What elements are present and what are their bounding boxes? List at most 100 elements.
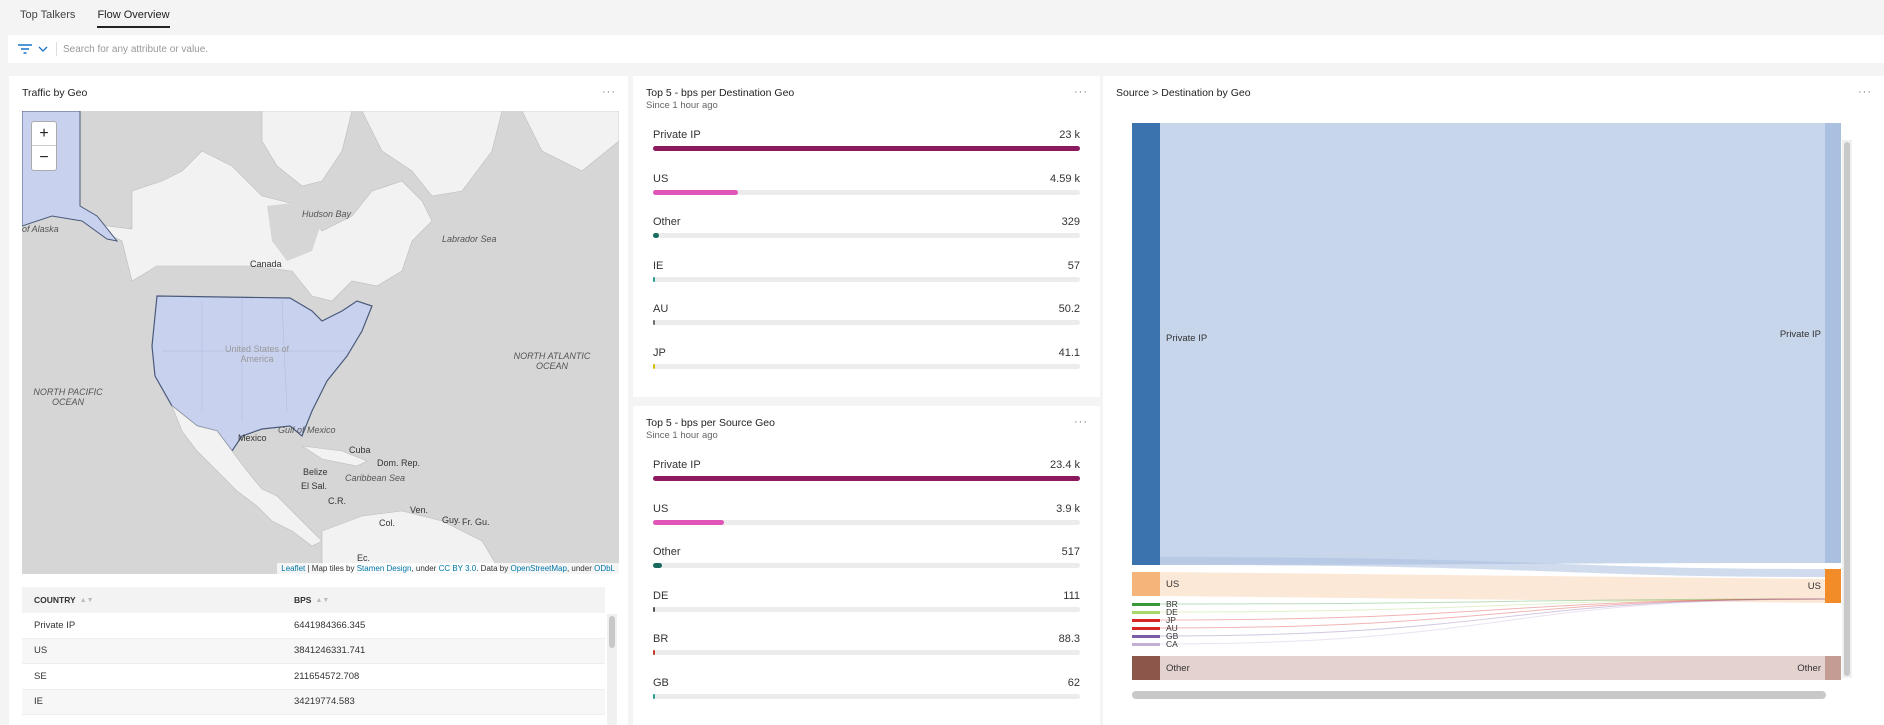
- sort-icon: ▲▼: [315, 597, 330, 605]
- stamen-link[interactable]: Stamen Design: [357, 564, 412, 573]
- table-header: COUNTRY ▲▼ BPS ▲▼: [22, 587, 605, 613]
- bar-item[interactable]: GB 62: [653, 673, 1080, 717]
- tab-bar: Top Talkers Flow Overview: [0, 0, 1884, 28]
- bar-label: Other: [653, 216, 681, 228]
- bar-item[interactable]: Private IP 23 k: [653, 125, 1080, 169]
- table-row[interactable]: Private IP 6441984366.345: [22, 613, 605, 639]
- map-label: El Sal.: [301, 481, 328, 491]
- bar-track: [653, 476, 1080, 481]
- zoom-out-button[interactable]: −: [32, 146, 56, 170]
- sankey-node-de: [1132, 611, 1160, 614]
- bar-track: [653, 563, 1080, 568]
- bar-item[interactable]: Private IP 23.4 k: [653, 455, 1080, 499]
- attribution-text: , under: [411, 564, 439, 573]
- sankey-node-label: Private IP: [1780, 329, 1821, 340]
- sankey-node-other: [1825, 656, 1841, 680]
- bar-item[interactable]: US 3.9 k: [653, 499, 1080, 543]
- sankey-node-gb: [1132, 635, 1160, 638]
- bar-track: [653, 650, 1080, 655]
- panel-menu-icon[interactable]: ···: [602, 87, 616, 98]
- osm-link[interactable]: OpenStreetMap: [510, 564, 566, 573]
- map-label: Canada: [250, 259, 282, 269]
- bar-fill: [653, 693, 655, 699]
- cell-country: IE: [34, 696, 43, 708]
- map-label: Ven.: [410, 505, 429, 515]
- map-label: Ec.: [357, 553, 371, 563]
- sankey-node-br: [1132, 603, 1160, 606]
- bar-track: [653, 146, 1080, 151]
- panel-menu-icon[interactable]: ···: [1074, 87, 1088, 98]
- panel-title: Top 5 - bps per Destination Geo: [646, 87, 795, 99]
- table-body: Private IP 6441984366.345 US 3841246331.741…: [22, 613, 605, 715]
- bar-fill: [653, 606, 655, 612]
- sankey-link: [1160, 656, 1825, 680]
- map-label: Dom. Rep.: [377, 458, 421, 468]
- src-geo-panel: Top 5 - bps per Source Geo Since 1 hour …: [633, 406, 1100, 725]
- bar-track: [653, 276, 1080, 282]
- table-row[interactable]: IE 34219774.583: [22, 689, 605, 715]
- column-header-bps[interactable]: BPS ▲▼: [294, 595, 329, 605]
- bar-track: [653, 693, 1080, 699]
- map-label: Labrador Sea: [442, 234, 497, 244]
- map-attribution: Leaflet | Map tiles by Stamen Design, un…: [277, 563, 619, 574]
- bar-fill: [653, 276, 655, 282]
- bar-item[interactable]: DE 111: [653, 586, 1080, 630]
- panel-subtitle: Since 1 hour ago: [646, 100, 718, 111]
- sankey-link: [1160, 572, 1825, 603]
- bar-label: Other: [653, 546, 681, 558]
- sankey-node-us: [1132, 572, 1160, 596]
- sankey-hscroll-thumb: [1132, 691, 1826, 699]
- search-input[interactable]: [63, 43, 663, 55]
- table-scrollbar[interactable]: [607, 614, 617, 725]
- bar-item[interactable]: US 4.59 k: [653, 169, 1080, 213]
- bar-item[interactable]: JP 41.1: [653, 343, 1080, 387]
- bar-label: Private IP: [653, 459, 701, 471]
- tab-top-talkers[interactable]: Top Talkers: [20, 9, 75, 28]
- scrollbar-thumb[interactable]: [609, 616, 615, 648]
- map-label: NORTH ATLANTIC OCEAN: [513, 351, 591, 371]
- table-row[interactable]: US 3841246331.741: [22, 638, 605, 664]
- sankey-node-label: Private IP: [1166, 333, 1207, 344]
- bar-label: IE: [653, 259, 664, 272]
- bar-label: GB: [653, 676, 669, 689]
- sankey-node-label: Other: [1166, 663, 1190, 674]
- bar-value: 62: [1067, 676, 1080, 689]
- cell-country: SE: [34, 670, 47, 682]
- bar-track: [653, 519, 1080, 525]
- sankey-node-label: US: [1166, 579, 1179, 590]
- bar-value: 41.1: [1058, 346, 1080, 359]
- bar-item[interactable]: BR 88.3: [653, 629, 1080, 673]
- zoom-in-button[interactable]: +: [32, 122, 56, 146]
- bar-item[interactable]: Other 517: [653, 542, 1080, 586]
- sankey-node-other: [1132, 656, 1160, 680]
- bar-item[interactable]: Other 329: [653, 212, 1080, 256]
- cell-bps: 6441984366.345: [294, 619, 366, 631]
- bar-value: 23 k: [1059, 129, 1080, 141]
- odbl-link[interactable]: ODbL: [594, 564, 615, 573]
- sankey-node-private-ip: [1825, 123, 1841, 563]
- sankey-node-label: US: [1808, 581, 1821, 592]
- map-label: Gulf of Mexico: [278, 425, 336, 435]
- cell-country: US: [34, 645, 48, 657]
- bar-value: 23.4 k: [1050, 459, 1080, 471]
- column-header-country[interactable]: COUNTRY ▲▼: [22, 595, 294, 605]
- sankey-node-label: CA: [1166, 639, 1178, 649]
- leaflet-link[interactable]: Leaflet: [281, 564, 305, 573]
- cell-bps: 211654572.708: [294, 670, 360, 682]
- bar-value: 3.9 k: [1056, 502, 1080, 515]
- bar-item[interactable]: IE 57: [653, 256, 1080, 300]
- bar-label: US: [653, 172, 669, 185]
- chevron-down-icon[interactable]: [38, 46, 50, 52]
- dest-geo-panel: Top 5 - bps per Destination Geo Since 1 …: [633, 76, 1100, 397]
- filter-icon[interactable]: [18, 43, 32, 55]
- bar-track: [653, 606, 1080, 612]
- map-label: Mexico: [238, 433, 267, 443]
- ccby-link[interactable]: CC BY 3.0: [439, 564, 477, 573]
- panel-menu-icon[interactable]: ···: [1074, 417, 1088, 428]
- bar-label: DE: [653, 589, 669, 602]
- table-row[interactable]: SE 211654572.708: [22, 664, 605, 690]
- geo-map[interactable]: + − of Alaska Hudson Bay Labrador Sea Ca…: [22, 111, 619, 574]
- panel-title: Traffic by Geo: [22, 87, 88, 99]
- bar-item[interactable]: AU 50.2: [653, 299, 1080, 343]
- tab-flow-overview[interactable]: Flow Overview: [97, 9, 170, 28]
